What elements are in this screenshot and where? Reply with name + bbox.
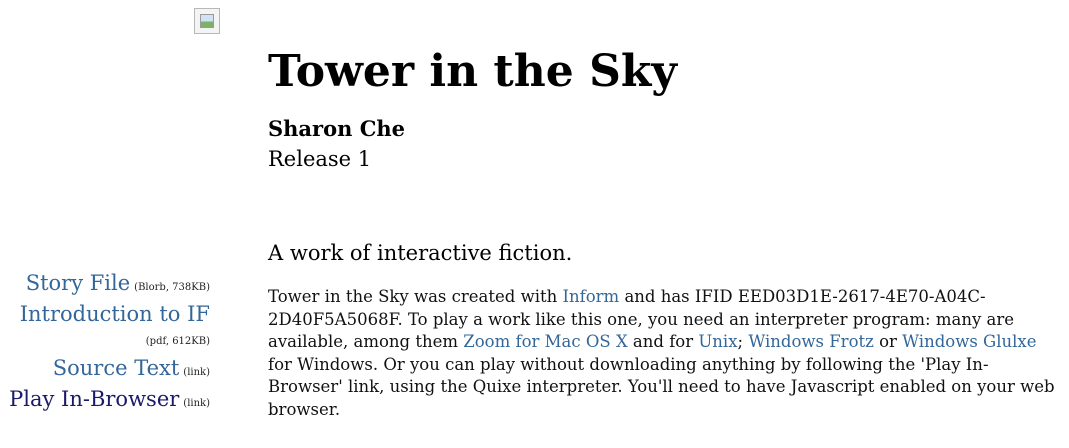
- introduction-link[interactable]: Introduction to IF: [20, 302, 210, 326]
- source-text-meta: (link): [183, 367, 210, 378]
- page: Story File (Blorb, 738KB) Introduction to…: [0, 0, 1069, 448]
- windows-frotz-link[interactable]: Windows Frotz: [748, 332, 874, 351]
- description-paragraph: Tower in the Sky was created with Inform…: [268, 286, 1063, 421]
- blurb-text-3: and for: [627, 332, 699, 351]
- sidebar-links: Story File (Blorb, 738KB) Introduction to…: [0, 270, 210, 417]
- blurb-text-1: Tower in the Sky was created with: [268, 287, 563, 306]
- broken-image-icon: [200, 14, 214, 28]
- story-file-link[interactable]: Story File: [26, 271, 130, 295]
- play-in-browser-meta: (link): [183, 398, 210, 409]
- tagline: A work of interactive fiction.: [268, 241, 573, 265]
- cover-image[interactable]: [194, 8, 220, 34]
- play-item: Play In-Browser (link): [0, 386, 210, 417]
- story-file-item: Story File (Blorb, 738KB): [0, 270, 210, 301]
- source-text-link[interactable]: Source Text: [53, 356, 180, 380]
- source-item: Source Text (link): [0, 355, 210, 386]
- author-name: Sharon Che: [268, 116, 406, 141]
- windows-glulxe-link[interactable]: Windows Glulxe: [902, 332, 1036, 351]
- blurb-text-5: or: [873, 332, 903, 351]
- page-title: Tower in the Sky: [268, 46, 677, 97]
- blurb-text-6: for Windows. Or you can play without dow…: [268, 354, 1055, 419]
- release-label: Release 1: [268, 147, 372, 171]
- inform-link[interactable]: Inform: [562, 287, 619, 306]
- unix-link[interactable]: Unix: [698, 332, 737, 351]
- intro-item: Introduction to IF: [0, 301, 210, 329]
- play-in-browser-link[interactable]: Play In-Browser: [9, 387, 179, 411]
- introduction-meta: (pdf, 612KB): [145, 336, 210, 347]
- zoom-link[interactable]: Zoom for Mac OS X: [463, 332, 627, 351]
- blurb-text-4: ;: [737, 332, 749, 351]
- story-file-meta: (Blorb, 738KB): [134, 282, 210, 293]
- main-content: Tower in the Sky Sharon Che Release 1 A …: [268, 40, 1063, 421]
